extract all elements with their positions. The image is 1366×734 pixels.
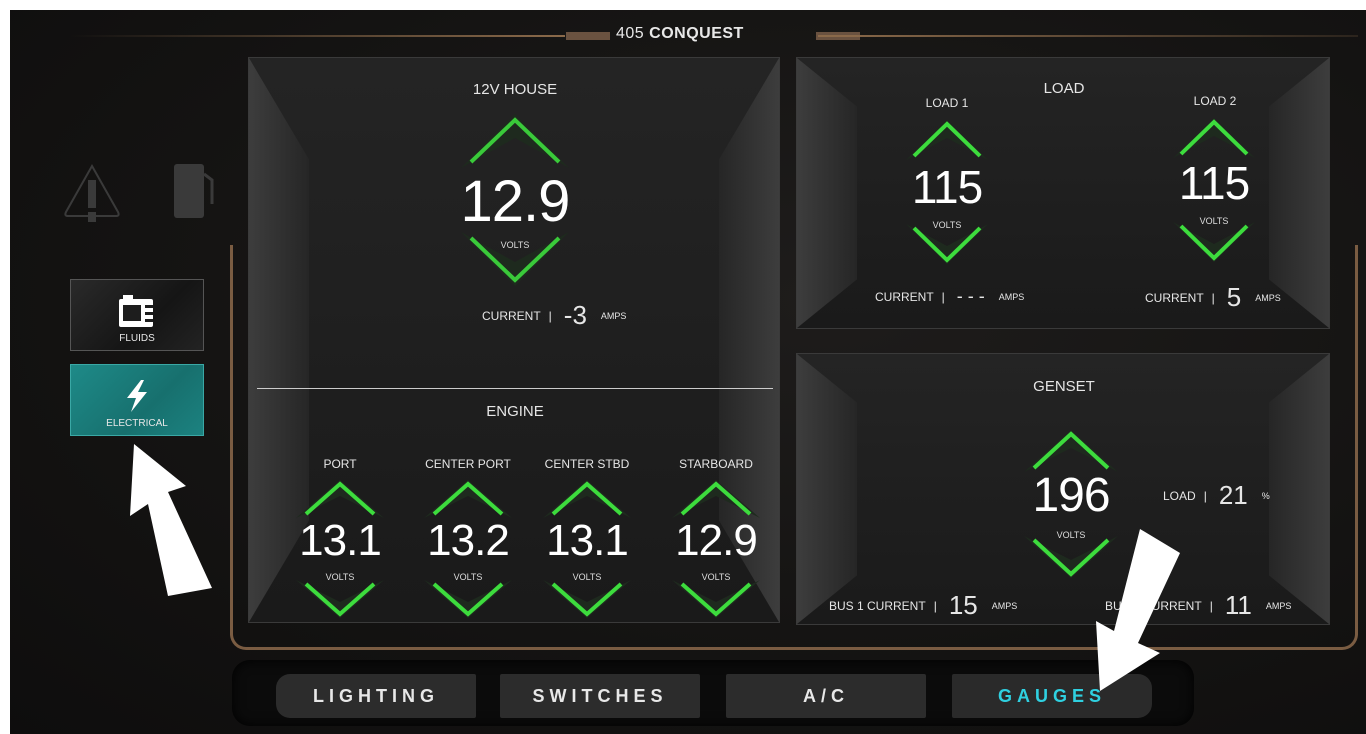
load1-current-label: CURRENT xyxy=(875,289,934,304)
load2-current-unit: AMPS xyxy=(1255,292,1281,303)
fuel-pump-icon[interactable] xyxy=(172,160,222,220)
title-tab-left xyxy=(566,32,610,40)
genset-bus1-unit: AMPS xyxy=(991,600,1018,611)
house-current-value: -3 xyxy=(563,300,587,330)
genset-bus1-label: BUS 1 CURRENT xyxy=(829,598,926,613)
title-line-left xyxy=(70,35,565,37)
tab-switches[interactable]: SWITCHES xyxy=(500,674,700,718)
load1-voltage-value: 115 xyxy=(911,161,983,213)
load2-label: LOAD 2 xyxy=(1193,94,1237,108)
house-voltage-value: 12.9 xyxy=(460,169,571,234)
genset-load: LOAD | 21 % xyxy=(1163,480,1270,510)
house-current-label: CURRENT xyxy=(482,308,541,323)
genset-load-label: LOAD xyxy=(1163,488,1196,503)
engine-voltage-value: 13.1 xyxy=(546,516,629,565)
bottom-nav: LIGHTING SWITCHES A/C GAUGES xyxy=(232,660,1194,726)
warning-icon[interactable] xyxy=(62,160,122,226)
genset-panel: GENSET 196 VOLTS LOAD | 21 % BUS 1 CURRE… xyxy=(796,353,1330,625)
annotation-arrow-icon xyxy=(1096,529,1180,691)
load-panel: LOAD LOAD 1 115 VOLTS CURRENT | - - - AM… xyxy=(796,57,1330,329)
load1-current: CURRENT | - - - AMPS xyxy=(875,286,1025,306)
engine-voltage-unit: VOLTS xyxy=(701,572,731,582)
load2-current-label: CURRENT xyxy=(1145,290,1204,305)
engine-divider xyxy=(257,388,773,389)
genset-bus2-unit: AMPS xyxy=(1265,600,1292,611)
engine-voltage-value: 13.1 xyxy=(299,516,382,565)
engine-voltage-gauge: 12.9 VOLTS xyxy=(670,476,762,622)
tab-lighting[interactable]: LIGHTING xyxy=(276,674,476,718)
engine-gauge-label: STARBOARD xyxy=(679,457,753,471)
engine-voltage-gauge: 13.1 VOLTS xyxy=(294,476,386,622)
genset-bus1-value: 15 xyxy=(948,590,978,620)
engine-title: ENGINE xyxy=(486,403,544,420)
house-voltage-unit: VOLTS xyxy=(500,240,530,250)
gauges-screen: 405 CONQUEST FLUIDS ELECTRICAL 12V HOUSE… xyxy=(10,10,1366,734)
engine-voltage-value: 12.9 xyxy=(675,516,758,565)
title-line-right xyxy=(818,35,1358,37)
sidebar-item-fluids[interactable]: FLUIDS xyxy=(70,279,204,351)
load2-voltage-gauge: 115 VOLTS xyxy=(1171,114,1257,266)
fluid-tank-icon xyxy=(119,295,153,327)
engine-voltage-value: 13.2 xyxy=(427,516,510,565)
engine-voltage-unit: VOLTS xyxy=(453,572,483,582)
load2-current-value: 5 xyxy=(1226,282,1242,312)
house-engine-panel: 12V HOUSE 12.9 VOLTS CURRENT | -3 AMPS E… xyxy=(248,57,780,623)
title-bar: 405 CONQUEST xyxy=(10,10,1366,60)
app-title: 405 CONQUEST xyxy=(616,25,744,42)
house-current-unit: AMPS xyxy=(600,310,627,321)
engine-voltage-gauge: 13.1 VOLTS xyxy=(541,476,633,622)
engine-voltage-unit: VOLTS xyxy=(325,572,355,582)
engine-voltage-gauge: 13.2 VOLTS xyxy=(422,476,514,622)
load2-voltage-unit: VOLTS xyxy=(1199,216,1229,226)
engine-voltage-unit: VOLTS xyxy=(572,572,602,582)
sidebar-item-label: ELECTRICAL xyxy=(106,418,168,429)
house-current: CURRENT | -3 AMPS xyxy=(482,300,627,330)
genset-bus2-value: 11 xyxy=(1224,590,1252,620)
load1-current-unit: AMPS xyxy=(998,291,1025,302)
load2-voltage-value: 115 xyxy=(1178,157,1250,209)
engine-gauge-label: CENTER STBD xyxy=(544,457,630,471)
genset-voltage-value: 196 xyxy=(1032,469,1110,522)
genset-bus1-current: BUS 1 CURRENT | 15 AMPS xyxy=(829,590,1018,620)
load1-voltage-unit: VOLTS xyxy=(932,220,962,230)
engine-gauge-label: PORT xyxy=(323,457,357,471)
load1-voltage-gauge: 115 VOLTS xyxy=(904,116,990,268)
annotation-arrow-icon xyxy=(130,444,212,596)
sidebar-item-label: FLUIDS xyxy=(119,333,155,344)
house-title: 12V HOUSE xyxy=(472,81,558,98)
tab-ac[interactable]: A/C xyxy=(726,674,926,718)
load2-current: CURRENT | 5 AMPS xyxy=(1145,282,1281,312)
house-voltage-gauge: 12.9 VOLTS xyxy=(457,110,573,290)
genset-load-unit: % xyxy=(1261,490,1270,501)
load1-label: LOAD 1 xyxy=(925,96,969,110)
genset-load-value: 21 xyxy=(1218,480,1248,510)
load1-current-value: - - - xyxy=(956,286,985,306)
sidebar-item-electrical[interactable]: ELECTRICAL xyxy=(70,364,204,436)
lightning-bolt-icon xyxy=(127,380,147,412)
genset-title: GENSET xyxy=(1033,378,1095,395)
